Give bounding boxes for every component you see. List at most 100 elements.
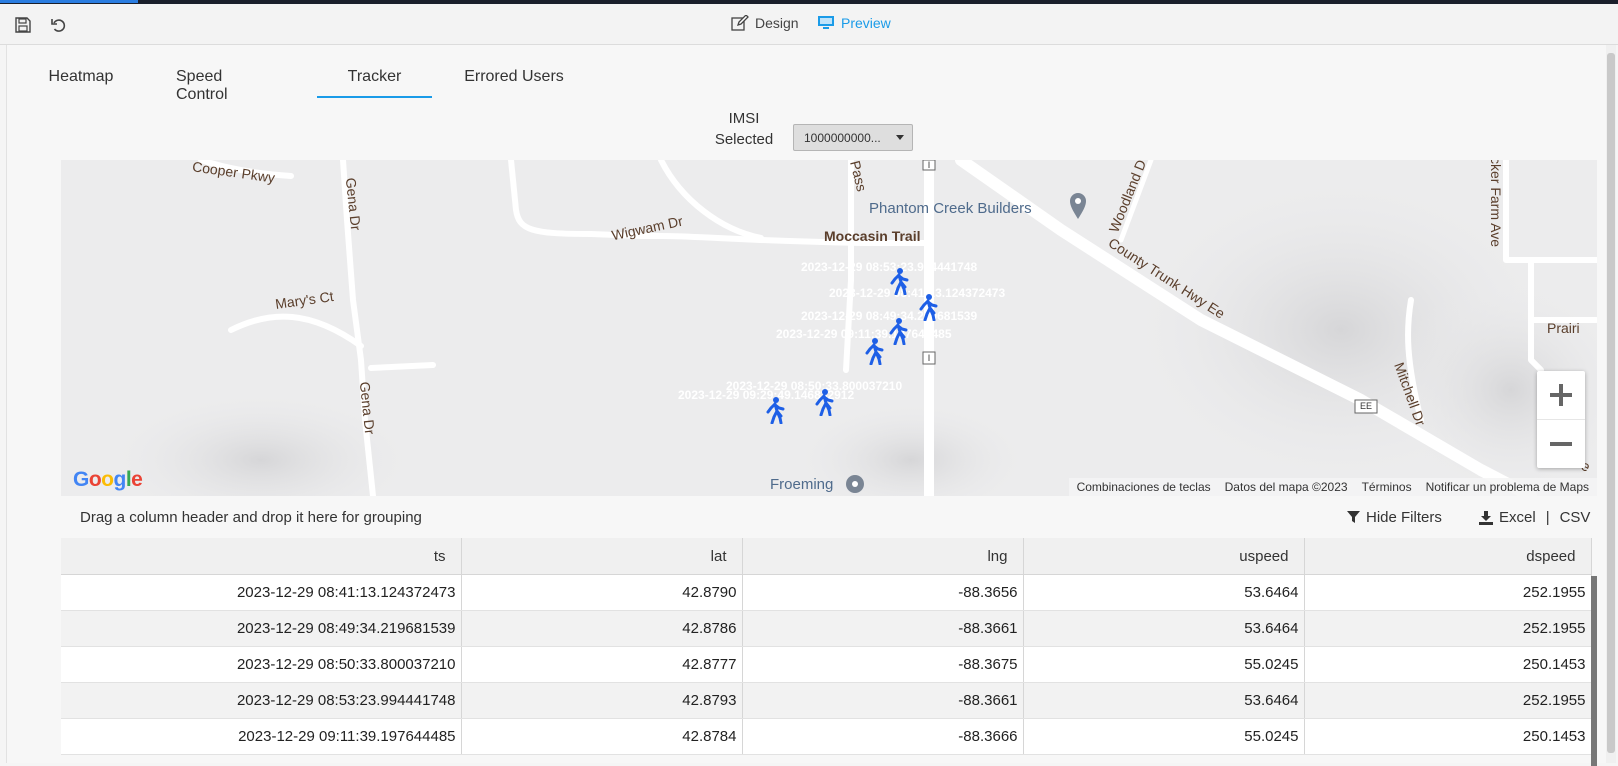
column-header-lng[interactable]: lng (742, 538, 1024, 575)
walker-marker[interactable] (813, 388, 835, 417)
imsi-dropdown[interactable]: 1000000000... (793, 124, 913, 151)
editor-toolbar: Design Preview (0, 4, 1618, 45)
walking-person-icon (890, 268, 909, 296)
save-icon (15, 17, 31, 33)
tab-label: Tracker (347, 68, 402, 85)
monitor-icon (818, 16, 834, 29)
csv-export-button[interactable]: CSV (1560, 509, 1591, 526)
table-row[interactable]: 2023-12-29 08:53:23.994441748 42.8793 -8… (61, 682, 1592, 719)
walker-marker[interactable] (764, 396, 786, 425)
cell-lng: -88.3661 (742, 682, 1024, 719)
cell-uspeed: 53.6464 (1023, 682, 1305, 719)
tracker-map[interactable]: Cooper Pkwy Gena Dr Wigwam Dr Moccasin T… (61, 160, 1597, 496)
table-row[interactable]: 2023-12-29 08:41:13.124372473 42.8790 -8… (61, 574, 1592, 611)
tab-label: Errored Users (464, 68, 564, 85)
terms-link[interactable]: Términos (1362, 480, 1412, 494)
cell-ts: 2023-12-29 08:41:13.124372473 (61, 574, 462, 611)
walking-person-icon (815, 389, 834, 417)
place-pin-icon (1070, 193, 1086, 219)
export-controls: Excel | CSV (1479, 509, 1590, 526)
report-problem-link[interactable]: Notificar un problema de Maps (1426, 480, 1589, 494)
excel-export-button[interactable]: Excel (1499, 509, 1536, 526)
tab-speed-control[interactable]: Speed Control (176, 62, 276, 103)
column-header-uspeed[interactable]: uspeed (1023, 538, 1305, 575)
walking-person-icon (889, 318, 908, 346)
edit-icon (731, 15, 749, 31)
imsi-selected-value: 1000000000... (804, 130, 881, 145)
table-row[interactable]: 2023-12-29 09:11:39.197644485 42.8784 -8… (61, 718, 1592, 755)
walker-marker[interactable] (917, 293, 939, 322)
preview-label: Preview (841, 15, 891, 31)
cell-lng: -88.3656 (742, 574, 1024, 611)
header-row: ts lat lng uspeed dspeed (61, 538, 1592, 575)
route-badge: I (927, 353, 931, 363)
cell-ts: 2023-12-29 08:53:23.994441748 (61, 682, 462, 719)
street-label: Prairi (1547, 320, 1580, 336)
cell-dspeed: 252.1955 (1304, 574, 1592, 611)
map-attribution: Combinaciones de teclas Datos del mapa ©… (1068, 478, 1597, 496)
route-badge: EE (1359, 401, 1372, 411)
tab-heatmap[interactable]: Heatmap (46, 62, 116, 98)
preview-mode-button[interactable]: Preview (817, 15, 891, 31)
page-scrollbar[interactable] (1606, 45, 1616, 763)
cell-lat: 42.8790 (461, 574, 743, 611)
walker-marker[interactable] (888, 267, 910, 296)
tab-tracker[interactable]: Tracker (317, 62, 432, 98)
zoom-out-button[interactable] (1537, 420, 1585, 468)
chevron-down-icon (896, 135, 904, 140)
walking-person-icon (919, 294, 938, 322)
cell-ts: 2023-12-29 08:50:33.800037210 (61, 646, 462, 683)
design-mode-button[interactable]: Design (731, 15, 799, 31)
column-header-dspeed[interactable]: dspeed (1304, 538, 1592, 575)
design-label: Design (755, 15, 799, 31)
undo-icon (51, 19, 66, 32)
keyboard-shortcuts-link[interactable]: Combinaciones de teclas (1077, 480, 1211, 494)
cell-lng: -88.3661 (742, 610, 1024, 647)
page-scrollbar-thumb[interactable] (1607, 53, 1615, 753)
cell-lng: -88.3666 (742, 718, 1024, 755)
walker-marker[interactable] (887, 317, 909, 346)
cell-dspeed: 252.1955 (1304, 610, 1592, 647)
grouping-drop-zone[interactable]: Drag a column header and drop it here fo… (80, 509, 422, 526)
walker-marker[interactable] (863, 337, 885, 366)
place-pin-icon (846, 475, 864, 493)
cell-ts: 2023-12-29 09:11:39.197644485 (61, 718, 462, 755)
cell-lng: -88.3675 (742, 646, 1024, 683)
walking-person-icon (865, 338, 884, 366)
tab-errored-users[interactable]: Errored Users (464, 62, 564, 98)
save-button[interactable] (10, 12, 36, 38)
place-label: Phantom Creek Builders (869, 200, 1032, 217)
cell-ts: 2023-12-29 08:49:34.219681539 (61, 610, 462, 647)
download-icon (1479, 510, 1493, 525)
hide-filters-button[interactable]: Hide Filters (1347, 509, 1442, 526)
table-row[interactable]: 2023-12-29 08:50:33.800037210 42.8777 -8… (61, 646, 1592, 683)
undo-button[interactable] (45, 12, 71, 38)
cell-uspeed: 53.6464 (1023, 610, 1305, 647)
cell-dspeed: 250.1453 (1304, 718, 1592, 755)
imsi-label-line2: Selected (714, 131, 774, 148)
tab-label: Speed Control (176, 68, 228, 103)
export-separator: | (1545, 509, 1550, 526)
imsi-label: IMSI Selected (707, 108, 781, 150)
cell-lat: 42.8793 (461, 682, 743, 719)
cell-lat: 42.8784 (461, 718, 743, 755)
column-header-lat[interactable]: lat (461, 538, 743, 575)
column-header-ts[interactable]: ts (61, 538, 462, 575)
cell-uspeed: 55.0245 (1023, 646, 1305, 683)
grid-scrollbar[interactable] (1591, 576, 1597, 766)
minus-icon (1550, 442, 1572, 446)
walking-person-icon (766, 397, 785, 425)
zoom-control (1537, 371, 1585, 468)
data-grid: ts lat lng uspeed dspeed 2023-12-29 08:4… (61, 538, 1592, 755)
hide-filters-label: Hide Filters (1366, 509, 1442, 526)
cell-uspeed: 55.0245 (1023, 718, 1305, 755)
zoom-in-button[interactable] (1537, 371, 1585, 420)
cell-dspeed: 250.1453 (1304, 646, 1592, 683)
table-row[interactable]: 2023-12-29 08:49:34.219681539 42.8786 -8… (61, 610, 1592, 647)
cell-uspeed: 53.6464 (1023, 574, 1305, 611)
street-label: Moccasin Trail (824, 228, 921, 244)
map-data-text: Datos del mapa ©2023 (1224, 480, 1348, 494)
plus-icon (1550, 384, 1572, 406)
cell-dspeed: 252.1955 (1304, 682, 1592, 719)
tab-label: Heatmap (48, 68, 114, 85)
